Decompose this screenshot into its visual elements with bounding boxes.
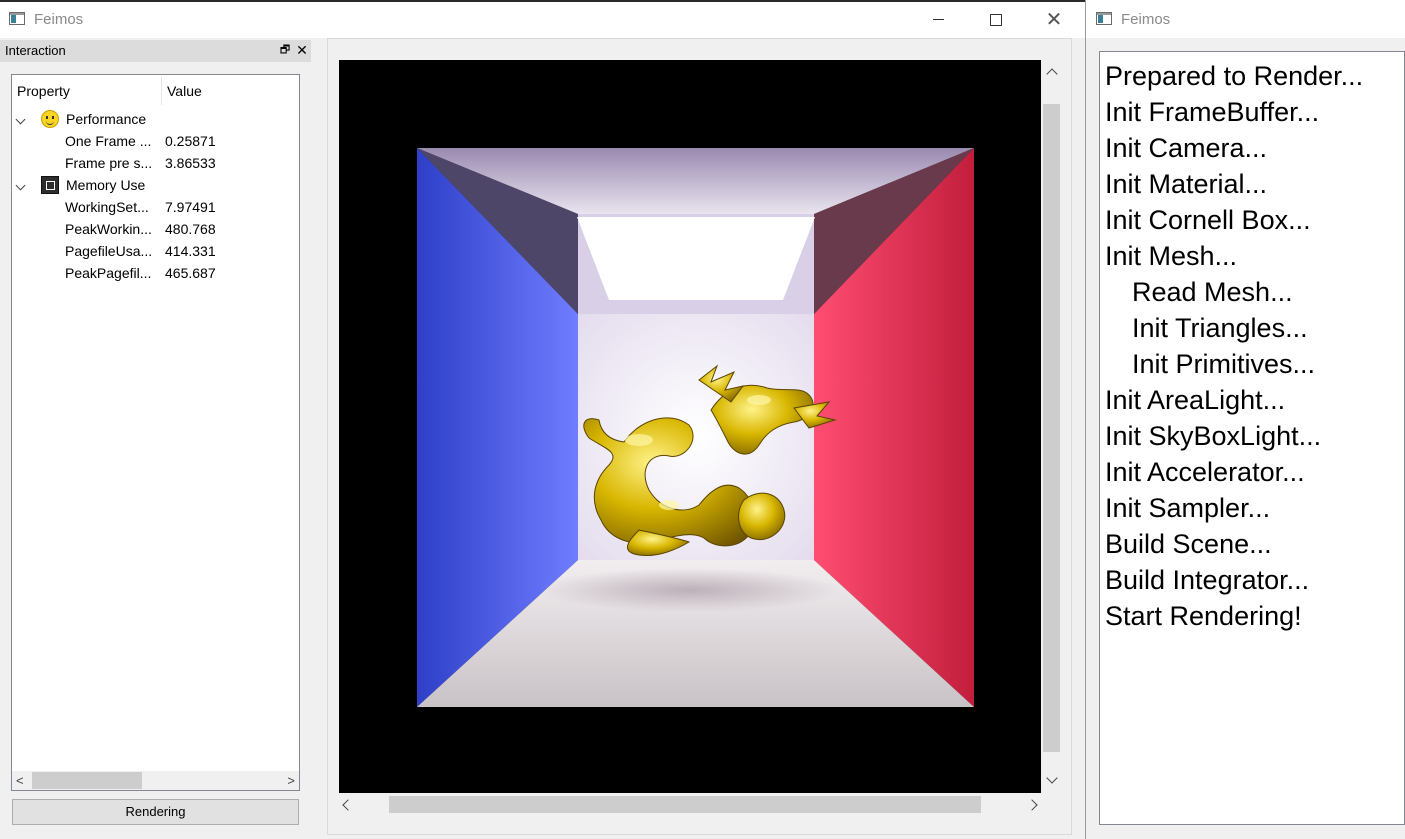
log-line: Read Mesh... [1132,277,1293,307]
dock-header[interactable]: Interaction 🗗 ✕ [0,40,311,62]
property-name: One Frame ... [65,133,152,149]
log-line: Init Camera... [1105,133,1268,163]
column-header-value[interactable]: Value [167,83,202,99]
property-tree[interactable]: Property Value Performance One Frame ...… [11,74,300,791]
tree-row[interactable]: PagefileUsa... 414.331 [12,240,299,262]
tree-horizontal-scrollbar[interactable]: < > [12,771,299,790]
group-label: Performance [66,111,147,127]
log-line: Start Rendering! [1105,601,1302,631]
column-header-property[interactable]: Property [17,83,70,99]
scroll-right-icon[interactable]: > [287,771,295,790]
log-line: Build Scene... [1105,529,1272,559]
log-line: Init Primitives... [1132,349,1316,379]
property-name: Frame pre s... [65,155,153,171]
log-line: Init Material... [1105,169,1268,199]
maximize-icon [990,13,1002,26]
main-titlebar[interactable]: Feimos ✕ [0,2,1085,38]
property-value: 3.86533 [165,155,216,171]
dock-float-button[interactable]: 🗗 [279,42,291,58]
log-window: Feimos Prepared to Render... Init FrameBu… [1085,0,1405,839]
scroll-up-icon[interactable] [1041,64,1062,81]
log-line: Init AreaLight... [1105,385,1286,415]
scroll-left-icon[interactable]: < [16,771,24,790]
close-icon: ✕ [1045,9,1063,31]
window-title: Feimos [34,11,84,28]
tree-row[interactable]: PeakWorkin... 480.768 [12,218,299,240]
expand-chevron-icon[interactable] [15,174,29,196]
property-value: 465.687 [165,265,216,281]
log-line: Init Cornell Box... [1105,205,1311,235]
property-name: WorkingSet... [65,199,149,215]
render-horizontal-scrollbar[interactable] [339,793,1041,815]
tree-row[interactable]: Frame pre s... 3.86533 [12,152,299,174]
render-output[interactable] [339,60,1041,793]
dock-title: Interaction [5,43,66,58]
expand-chevron-icon[interactable] [15,108,29,130]
rendering-button[interactable]: Rendering [12,799,299,825]
dock-close-button[interactable]: ✕ [295,41,309,59]
property-value: 480.768 [165,221,216,237]
log-line: Init Triangles... [1132,313,1308,343]
scroll-down-icon[interactable] [1041,772,1062,791]
property-name: PeakWorkin... [65,221,152,237]
log-text-area[interactable]: Prepared to Render... Init FrameBuffer...… [1099,51,1405,825]
app-icon [1096,12,1112,25]
log-line: Init SkyBoxLight... [1105,421,1322,451]
maximize-button[interactable] [967,2,1025,38]
log-window-title: Feimos [1121,11,1171,28]
smiley-icon [41,110,59,128]
dragon-shadow [539,568,839,612]
tree-row[interactable]: PeakPagefil... 465.687 [12,262,299,284]
scroll-thumb[interactable] [389,796,981,813]
log-line: Prepared to Render... [1105,61,1364,91]
property-value: 414.331 [165,243,216,259]
tree-row[interactable]: One Frame ... 0.25871 [12,130,299,152]
app-icon [9,12,25,25]
log-line: Init Accelerator... [1105,457,1305,487]
tree-group-performance[interactable]: Performance [12,108,299,130]
scroll-thumb[interactable] [1043,104,1060,752]
log-line: Init Sampler... [1105,493,1271,523]
minimize-icon [932,19,944,21]
render-vertical-scrollbar[interactable] [1041,60,1062,793]
scroll-right-icon[interactable] [1026,793,1038,815]
property-name: PagefileUsa... [65,243,153,259]
property-value: 0.25871 [165,133,216,149]
log-titlebar[interactable]: Feimos [1086,0,1405,38]
property-value: 7.97491 [165,199,216,215]
scroll-left-icon[interactable] [342,793,354,815]
close-button[interactable]: ✕ [1025,2,1083,38]
scroll-thumb[interactable] [32,772,142,789]
area-light [577,217,815,300]
column-divider[interactable] [161,77,162,105]
property-name: PeakPagefil... [65,265,152,281]
memory-icon [41,176,59,194]
log-line: Init FrameBuffer... [1105,97,1320,127]
group-label: Memory Use [66,177,146,193]
log-line: Init Mesh... [1105,241,1238,271]
log-line: Build Integrator... [1105,565,1310,595]
cornell-box-render [417,148,974,707]
tree-group-memory-use[interactable]: Memory Use [12,174,299,196]
minimize-button[interactable] [909,2,967,38]
tree-header: Property Value [12,75,299,105]
tree-row[interactable]: WorkingSet... 7.97491 [12,196,299,218]
